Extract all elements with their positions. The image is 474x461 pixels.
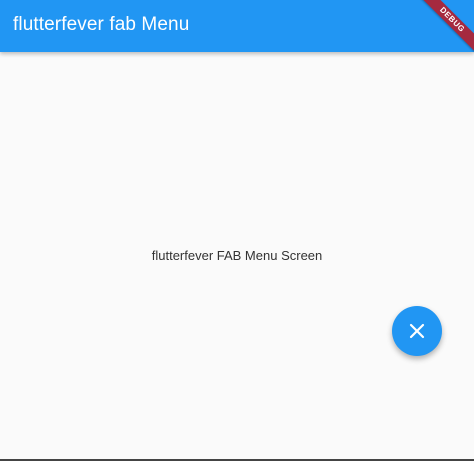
app-bar-title: flutterfever fab Menu xyxy=(13,14,190,35)
close-icon xyxy=(408,322,426,340)
app-screen: flutterfever fab Menu DEBUG flutterfever… xyxy=(0,0,474,461)
fab-menu-button[interactable] xyxy=(392,306,442,356)
debug-banner-label: DEBUG xyxy=(413,0,474,59)
debug-banner: DEBUG xyxy=(394,0,474,80)
screen-center-text: flutterfever FAB Menu Screen xyxy=(151,248,323,263)
